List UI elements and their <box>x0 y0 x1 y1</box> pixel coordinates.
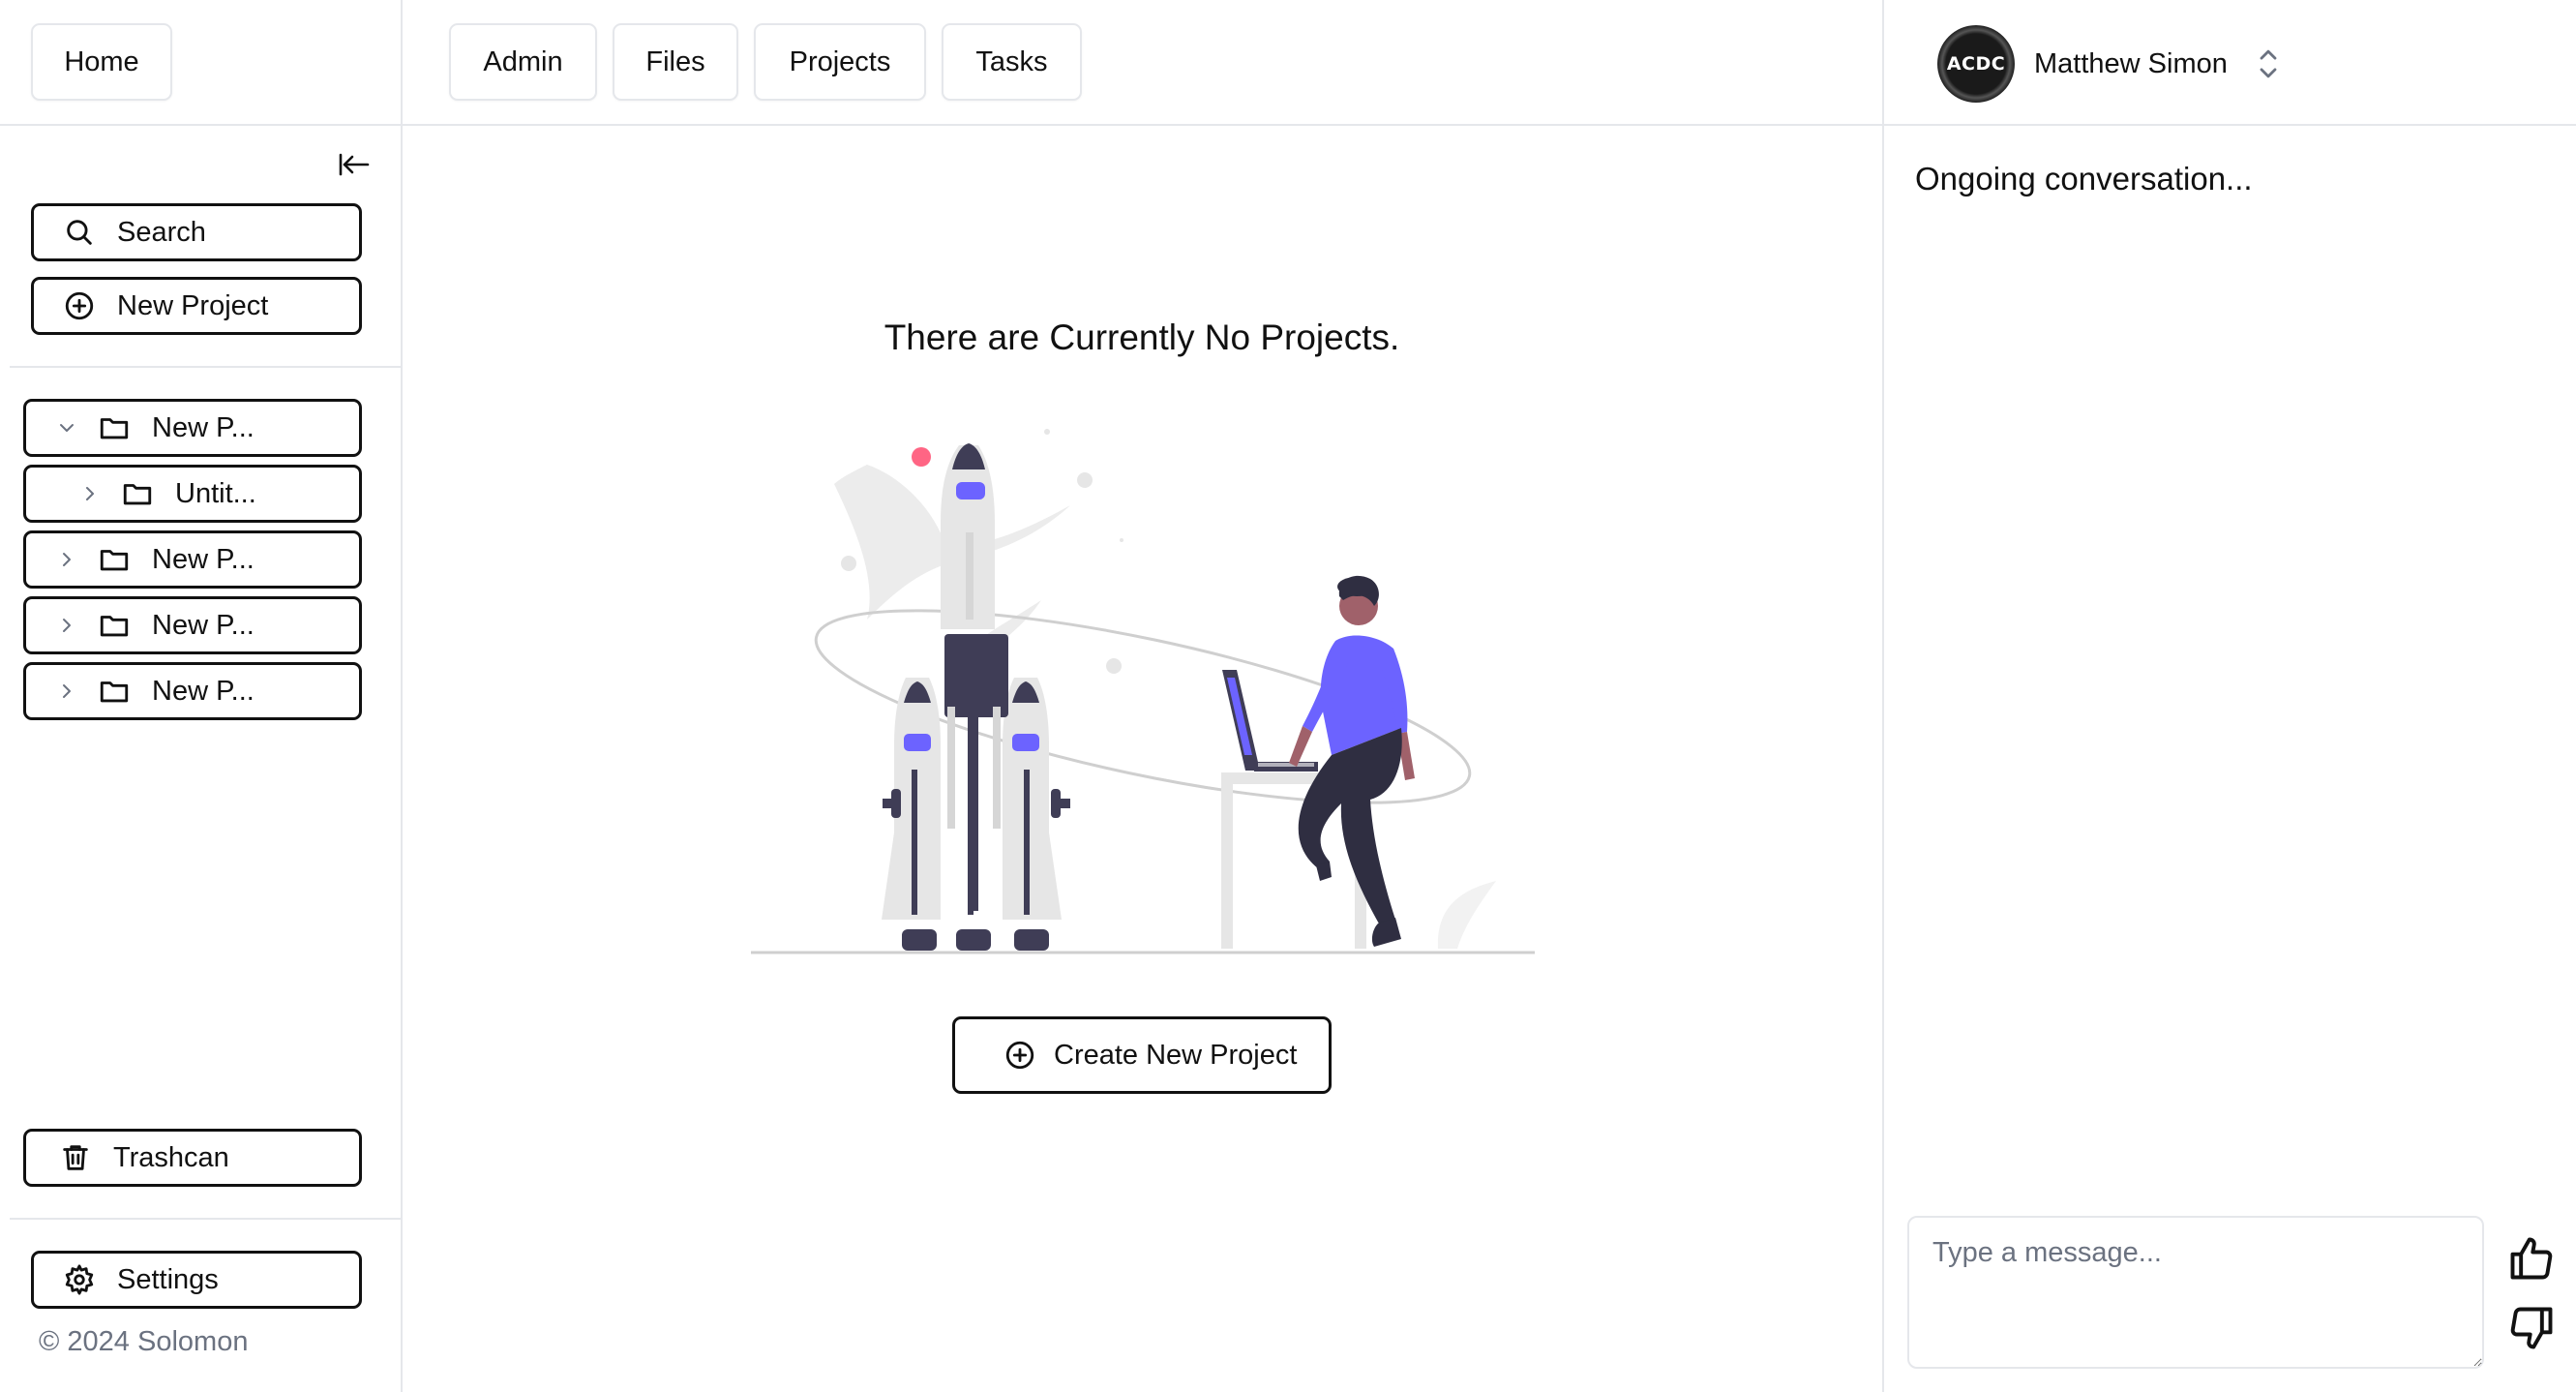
avatar: ACDC <box>1937 25 2015 103</box>
tab-projects[interactable]: Projects <box>754 23 926 101</box>
tree-item-label: Untit... <box>175 477 256 509</box>
tree-item-project[interactable]: New P... <box>23 399 362 457</box>
search-icon <box>63 216 96 249</box>
chevron-right-icon[interactable] <box>53 678 80 705</box>
tab-label: Admin <box>483 45 563 77</box>
trashcan-button[interactable]: Trashcan <box>23 1129 362 1187</box>
home-button[interactable]: Home <box>31 23 172 101</box>
trashcan-label: Trashcan <box>113 1141 229 1173</box>
plus-circle-icon <box>1003 1039 1036 1072</box>
folder-icon <box>98 411 131 444</box>
folder-icon <box>98 609 131 642</box>
tab-files[interactable]: Files <box>613 23 738 101</box>
create-new-project-button[interactable]: Create New Project <box>952 1016 1332 1094</box>
chevron-right-icon[interactable] <box>53 612 80 639</box>
tab-tasks[interactable]: Tasks <box>942 23 1082 101</box>
tree-item-label: New P... <box>152 411 255 443</box>
thumbs-down-icon[interactable] <box>2506 1303 2557 1353</box>
sidebar-divider <box>401 0 403 1392</box>
thumbs-up-icon[interactable] <box>2506 1233 2557 1284</box>
new-project-button[interactable]: New Project <box>31 277 362 335</box>
settings-label: Settings <box>117 1263 219 1295</box>
conversation-status: Ongoing conversation... <box>1915 161 2253 197</box>
settings-button[interactable]: Settings <box>31 1251 362 1309</box>
folder-icon <box>121 477 154 510</box>
create-new-project-label: Create New Project <box>1054 1039 1298 1071</box>
trash-icon <box>59 1141 92 1174</box>
tree-item-project[interactable]: New P... <box>23 596 362 654</box>
gear-icon <box>63 1263 96 1296</box>
chevron-right-icon[interactable] <box>53 546 80 573</box>
chevron-down-icon[interactable] <box>53 414 80 441</box>
chat-divider <box>1882 0 1884 1392</box>
sidebar-bottom-divider <box>10 1218 401 1220</box>
app-root: Home Admin Files Projects Tasks ACDC Mat… <box>0 0 2576 1392</box>
tab-label: Projects <box>789 45 891 77</box>
rocket-launch-illustration <box>751 429 1535 954</box>
user-menu[interactable]: ACDC Matthew Simon <box>1937 23 2305 105</box>
user-name: Matthew Simon <box>2034 47 2228 79</box>
sidebar-top-divider <box>10 366 401 368</box>
tab-label: Files <box>645 45 705 77</box>
chat-message-input[interactable] <box>1907 1216 2484 1369</box>
new-project-label: New Project <box>117 289 269 321</box>
collapse-sidebar-icon[interactable] <box>339 151 372 178</box>
tab-label: Tasks <box>975 45 1048 77</box>
header-divider <box>0 124 2576 126</box>
copyright-text: © 2024 Solomon <box>39 1326 249 1357</box>
search-label: Search <box>117 216 206 248</box>
folder-icon <box>98 543 131 576</box>
plus-circle-icon <box>63 289 96 322</box>
search-button[interactable]: Search <box>31 203 362 261</box>
folder-icon <box>98 675 131 708</box>
tree-item-label: New P... <box>152 675 255 707</box>
tree-item-project[interactable]: Untit... <box>23 465 362 523</box>
empty-state-title: There are Currently No Projects. <box>884 318 1400 357</box>
chevron-up-down-icon <box>2260 49 2277 78</box>
tab-admin[interactable]: Admin <box>449 23 597 101</box>
tree-item-project[interactable]: New P... <box>23 662 362 720</box>
tree-item-project[interactable]: New P... <box>23 530 362 589</box>
tree-item-label: New P... <box>152 609 255 641</box>
chevron-right-icon[interactable] <box>76 480 104 507</box>
home-label: Home <box>64 45 139 77</box>
tree-item-label: New P... <box>152 543 255 575</box>
